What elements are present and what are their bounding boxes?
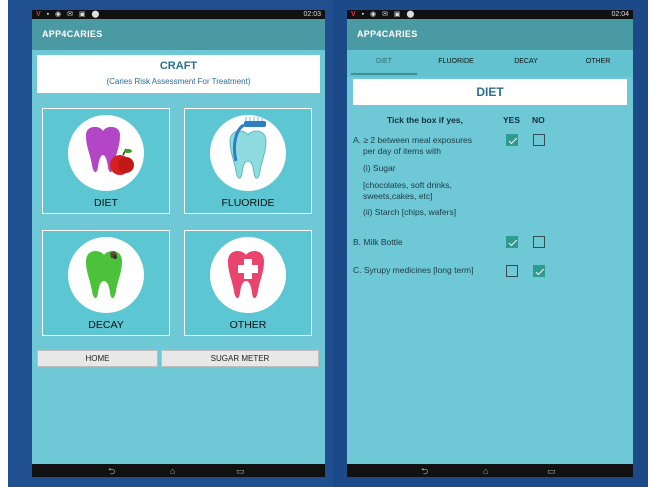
back-icon[interactable]: ⮌ <box>108 467 115 476</box>
decay-icon-disc <box>68 237 144 313</box>
recent-apps-icon[interactable]: ▭ <box>236 467 245 476</box>
tab-fluoride-label: FLUORIDE <box>438 58 474 65</box>
right-device-frame: V ▪ ◉ ✉ ▣ ⬤ 02:04 APP4CARIES DIET FLUORI… <box>333 0 648 487</box>
other-icon-disc <box>210 237 286 313</box>
instruction-text: Tick the box if yes, <box>387 115 463 125</box>
tooth-toothbrush-icon <box>229 117 267 179</box>
tooth-decay-icon <box>86 251 122 299</box>
question-a-yes-checkbox[interactable] <box>506 134 518 146</box>
decay-tile-button[interactable]: DECAY <box>42 230 170 336</box>
status-bar: V ▪ ◉ ✉ ▣ ⬤ 02:04 <box>347 10 633 19</box>
craft-header-card: CRAFT (Caries Risk Assessment For Treatm… <box>37 55 320 93</box>
home-icon[interactable]: ⌂ <box>483 467 488 476</box>
tab-decay-label: DECAY <box>514 58 538 65</box>
status-bar: V ▪ ◉ ✉ ▣ ⬤ 02:03 <box>32 10 325 19</box>
diet-tile-label: DIET <box>94 197 118 209</box>
tab-other[interactable]: OTHER <box>565 50 631 77</box>
question-a-sugar: (i) Sugar <box>363 163 396 173</box>
question-c-yes-checkbox[interactable] <box>506 265 518 277</box>
sugar-meter-button[interactable]: SUGAR METER <box>161 350 319 367</box>
craft-subtitle: (Caries Risk Assessment For Treatment) <box>106 77 251 86</box>
tooth-cross-icon <box>228 251 264 299</box>
yes-column-header: YES <box>503 115 521 125</box>
question-a-line-1: A. ≥ 2 between meal exposures <box>353 135 473 145</box>
back-icon[interactable]: ⮌ <box>421 467 428 476</box>
tab-diet-label: DIET <box>376 58 392 65</box>
diet-icon-disc <box>68 115 144 191</box>
notification-icons: V ▪ ◉ ✉ ▣ ⬤ <box>36 11 102 18</box>
question-b-yes-checkbox[interactable] <box>506 236 518 248</box>
craft-title: CRAFT <box>159 60 198 72</box>
recent-apps-icon[interactable]: ▭ <box>547 467 556 476</box>
app-title-bar: APP4CARIES <box>347 19 633 50</box>
question-a-line-2: per day of items with <box>363 146 441 156</box>
active-tab-indicator <box>351 73 417 75</box>
question-a-sugar-examples-1: [chocolates, soft drinks, <box>363 180 452 190</box>
tab-decay[interactable]: DECAY <box>493 50 559 77</box>
app-title-bar: APP4CARIES <box>32 19 325 50</box>
no-column-header: NO <box>532 115 545 125</box>
status-time: 02:03 <box>303 11 321 18</box>
left-screen: V ▪ ◉ ✉ ▣ ⬤ 02:03 APP4CARIES CRAFT (Cari… <box>32 10 325 477</box>
diet-tile-button[interactable]: DIET <box>42 108 170 214</box>
other-tile-button[interactable]: OTHER <box>184 230 312 336</box>
question-a-starch: (ii) Starch [chips, wafers] <box>363 207 457 217</box>
fluoride-tile-label: FLUORIDE <box>221 197 275 209</box>
question-c-no-checkbox[interactable] <box>533 265 545 277</box>
home-icon[interactable]: ⌂ <box>170 467 175 476</box>
fluoride-tile-button[interactable]: FLUORIDE <box>184 108 312 214</box>
category-tabs: DIET FLUORIDE DECAY OTHER <box>347 50 633 77</box>
other-tile-label: OTHER <box>229 319 267 331</box>
left-device-frame: V ▪ ◉ ✉ ▣ ⬤ 02:03 APP4CARIES CRAFT (Cari… <box>8 0 333 487</box>
question-a-sugar-examples-2: sweets,cakes, etc] <box>363 191 433 201</box>
fluoride-icon-disc <box>210 115 286 191</box>
home-button[interactable]: HOME <box>37 350 158 367</box>
question-b-no-checkbox[interactable] <box>533 236 545 248</box>
diet-section-title: DIET <box>353 79 627 105</box>
notification-icons: V ▪ ◉ ✉ ▣ ⬤ <box>351 11 417 18</box>
tab-fluoride[interactable]: FLUORIDE <box>423 50 489 77</box>
question-c-label: C. Syrupy medicines [long term] <box>353 265 474 275</box>
question-b-label: B. Milk Bottle <box>353 237 403 247</box>
tab-other-label: OTHER <box>585 58 611 65</box>
android-nav-bar: ⮌ ⌂ ▭ <box>32 464 325 477</box>
right-screen: V ▪ ◉ ✉ ▣ ⬤ 02:04 APP4CARIES DIET FLUORI… <box>347 10 633 477</box>
question-a-no-checkbox[interactable] <box>533 134 545 146</box>
tab-diet[interactable]: DIET <box>351 50 417 77</box>
tooth-apple-icon <box>86 126 134 175</box>
status-time: 02:04 <box>611 11 629 18</box>
decay-tile-label: DECAY <box>88 319 124 331</box>
android-nav-bar: ⮌ ⌂ ▭ <box>347 464 633 477</box>
